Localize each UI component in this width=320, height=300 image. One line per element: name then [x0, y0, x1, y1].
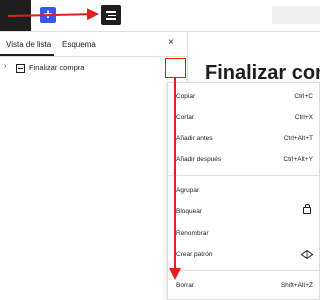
- list-item[interactable]: › Finalizar compra: [4, 63, 180, 75]
- pattern-icon: [301, 250, 313, 259]
- active-tab-indicator: [0, 54, 54, 56]
- menu-divider: [168, 175, 319, 176]
- chevron-right-icon[interactable]: ›: [4, 63, 6, 70]
- menu-item-shortcut: Shift+Alt+Z: [280, 282, 313, 289]
- panel-tabs: Vista de lista Esquema ×: [0, 32, 187, 57]
- add-block-button[interactable]: +: [40, 7, 56, 23]
- menu-item-label: Añadir antes: [176, 135, 213, 142]
- menu-item-insert-after[interactable]: Añadir después Ctrl+Alt+Y: [176, 152, 313, 168]
- tab-outline[interactable]: Esquema: [62, 40, 96, 49]
- menu-item-insert-before[interactable]: Añadir antes Ctrl+Alt+T: [176, 131, 313, 147]
- list-view-button[interactable]: [101, 5, 121, 25]
- list-view-panel: Vista de lista Esquema × › Finalizar com…: [0, 32, 188, 300]
- tab-list-view[interactable]: Vista de lista: [6, 40, 51, 49]
- menu-item-create-pattern[interactable]: Crear patrón: [176, 247, 313, 263]
- site-logo[interactable]: [0, 0, 31, 31]
- close-panel-button[interactable]: ×: [168, 38, 174, 48]
- menu-item-group[interactable]: Agrupar: [176, 183, 313, 199]
- menu-item-shortcut: Ctrl+X: [294, 114, 313, 121]
- menu-item-label: Copiar: [176, 93, 196, 100]
- list-item-label: Finalizar compra: [29, 63, 85, 72]
- menu-item-shortcut: Ctrl+Alt+Y: [283, 156, 313, 163]
- top-toolbar: +: [0, 0, 320, 31]
- menu-item-copy[interactable]: Copiar Ctrl+C: [176, 89, 313, 105]
- lock-icon: [303, 204, 311, 214]
- block-options-menu: Copiar Ctrl+C Cortar Ctrl+X Añadir antes…: [167, 82, 320, 300]
- menu-item-shortcut: Ctrl+C: [294, 93, 313, 100]
- menu-item-lock[interactable]: Bloquear: [176, 204, 313, 220]
- menu-item-label: Cortar: [176, 114, 195, 121]
- menu-item-label: Agrupar: [176, 187, 200, 194]
- menu-item-rename[interactable]: Renombrar: [176, 226, 313, 242]
- menu-item-cut[interactable]: Cortar Ctrl+X: [176, 110, 313, 126]
- menu-item-label: Crear patrón: [176, 251, 213, 258]
- list-view-icon: [106, 11, 116, 13]
- menu-item-label: Bloquear: [176, 208, 203, 215]
- menu-item-label: Borrar: [176, 282, 195, 289]
- menu-item-label: Renombrar: [176, 230, 209, 237]
- menu-item-delete[interactable]: Borrar Shift+Alt+Z: [176, 278, 313, 294]
- menu-item-shortcut: Ctrl+Alt+T: [283, 135, 313, 142]
- menu-item-label: Añadir después: [176, 156, 222, 163]
- checkout-block-icon: [16, 64, 25, 73]
- document-title-bar[interactable]: [272, 6, 320, 24]
- menu-divider: [168, 270, 319, 271]
- block-options-button[interactable]: [165, 58, 186, 78]
